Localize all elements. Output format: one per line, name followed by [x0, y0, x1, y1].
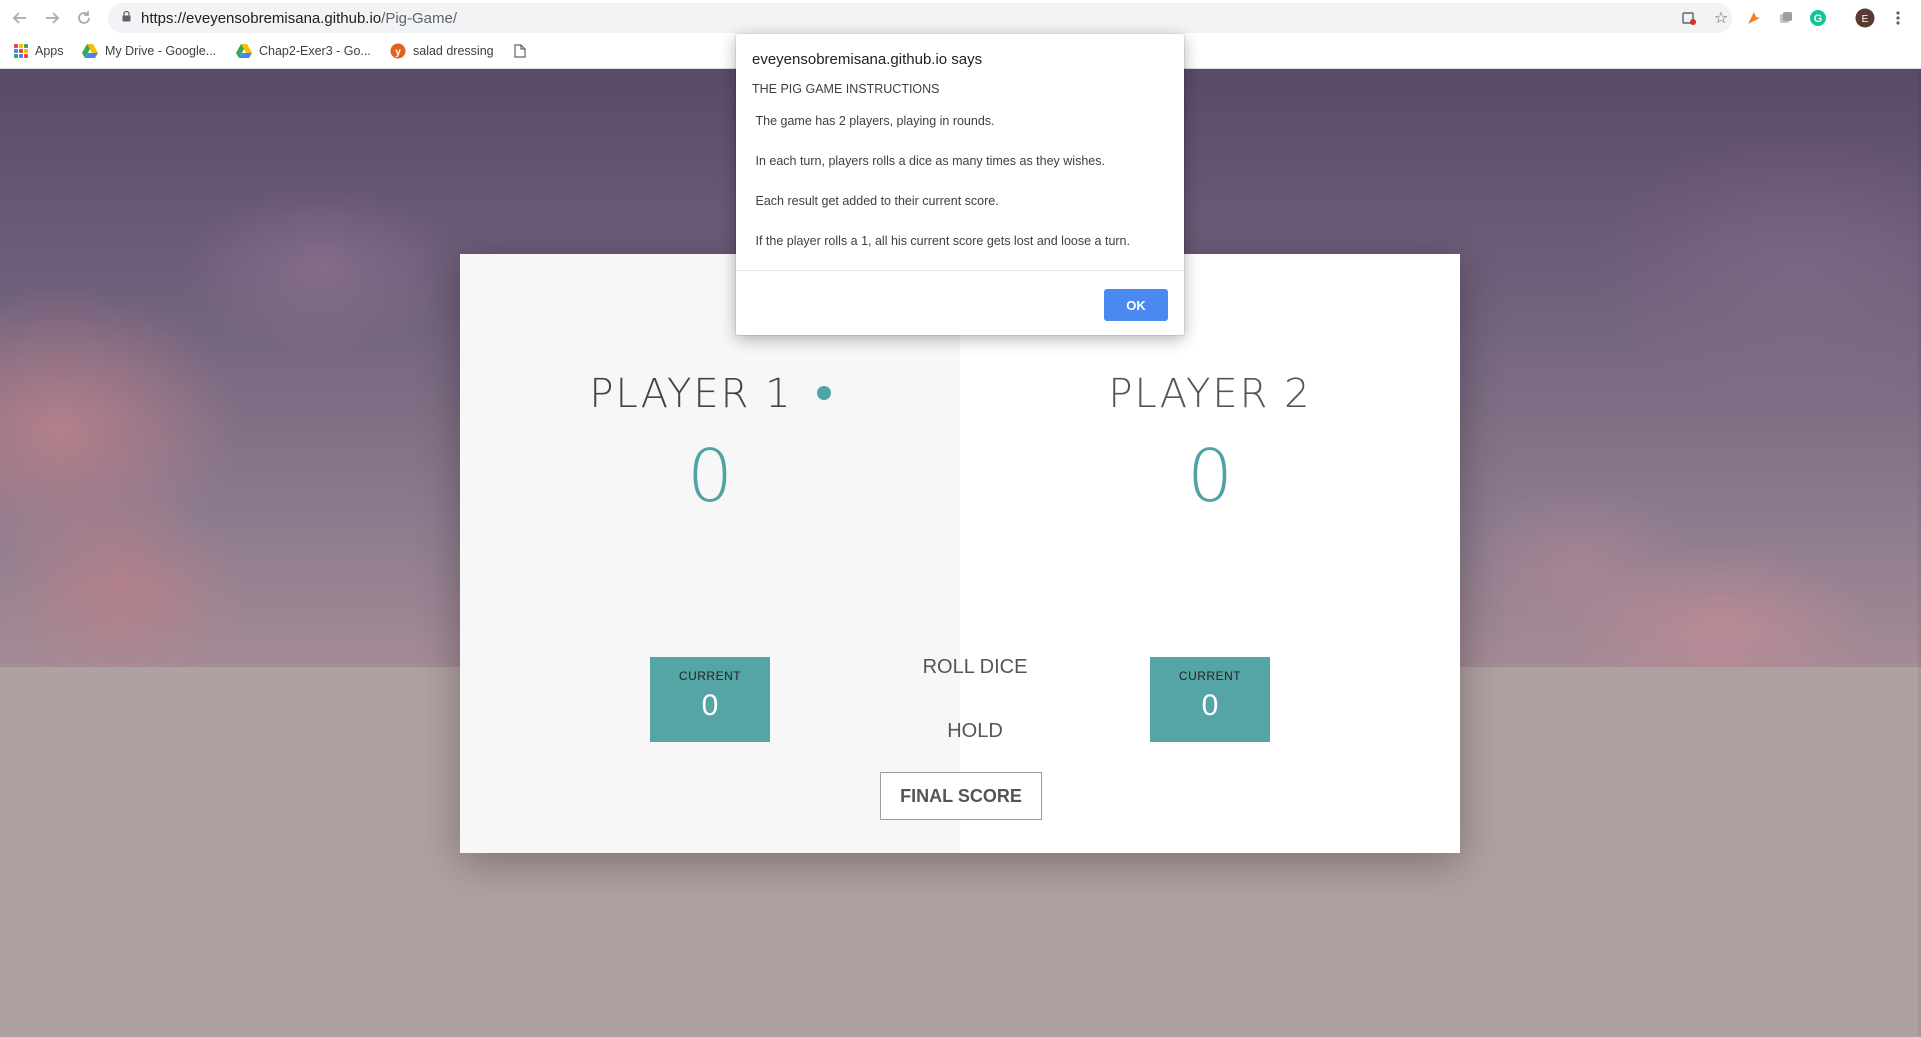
dialog-divider	[736, 270, 1184, 271]
player-2-current-box: Current 0	[1150, 657, 1270, 742]
url-text: https://eveyensobremisana.github.io/Pig-…	[141, 10, 457, 27]
svg-text:G: G	[1814, 13, 1823, 25]
bookmark-document[interactable]	[514, 40, 526, 62]
player-1-score: 0	[687, 434, 733, 518]
extension-icon[interactable]	[1776, 8, 1796, 28]
bookmark-chap2-exer3[interactable]: Chap2-Exer3 - Go...	[236, 40, 371, 62]
bookmark-my-drive[interactable]: My Drive - Google...	[82, 40, 216, 62]
avatar[interactable]: E	[1855, 8, 1875, 28]
player-2-current-score: 0	[1201, 689, 1219, 722]
alert-dialog: eveyensobremisana.github.io says THE PIG…	[736, 34, 1184, 335]
player-1-panel: Player 1 0 Current 0	[460, 254, 960, 853]
active-player-dot-icon	[816, 386, 831, 400]
player-2-name-text: Player 2	[1108, 371, 1312, 417]
dialog-heading: THE PIG GAME INSTRUCTIONS	[752, 82, 940, 96]
dialog-line: Each result get added to their current s…	[752, 194, 999, 208]
player-1-current-label: Current	[678, 669, 742, 683]
document-icon	[514, 44, 526, 58]
player-1-current-box: Current 0	[650, 657, 770, 742]
extension-icon[interactable]	[1744, 8, 1764, 28]
bookmark-apps[interactable]: Apps	[14, 40, 64, 62]
avatar-letter: E	[1862, 14, 1869, 25]
url-path: /Pig-Game/	[381, 10, 458, 27]
dialog-title: eveyensobremisana.github.io says	[752, 51, 983, 68]
dialog-line: The game has 2 players, playing in round…	[752, 114, 995, 128]
bookmark-label: salad dressing	[413, 44, 494, 58]
bookmark-salad-dressing[interactable]: y salad dressing	[390, 40, 494, 62]
svg-text:y: y	[395, 47, 401, 58]
url-host: https://eveyensobremisana.github.io	[141, 10, 382, 27]
game-wrapper: Player 1 0 Current 0 Player 2 0 Current …	[460, 254, 1460, 853]
dialog-line: If the player rolls a 1, all his current…	[752, 234, 1130, 248]
drive-icon	[82, 44, 98, 58]
address-bar[interactable]: https://eveyensobremisana.github.io/Pig-…	[108, 3, 1732, 33]
apps-grid-icon	[14, 44, 28, 58]
dialog-line: In each turn, players rolls a dice as ma…	[752, 154, 1105, 168]
grammarly-icon[interactable]: G	[1808, 8, 1828, 28]
player-2-current-label: Current	[1178, 669, 1242, 683]
bookmark-label: Apps	[35, 44, 64, 58]
blocked-popup-icon[interactable]	[1680, 9, 1698, 27]
hold-button[interactable]: Hold	[910, 720, 1040, 743]
player-1-name: Player 1	[460, 371, 960, 417]
lock-icon	[122, 11, 131, 22]
bookmark-star-icon[interactable]: ☆	[1712, 9, 1730, 27]
yummly-icon: y	[390, 43, 406, 59]
drive-icon	[236, 44, 252, 58]
final-score-input[interactable]: FINAL SCORE	[880, 772, 1042, 820]
back-arrow-icon[interactable]	[8, 6, 32, 30]
reload-icon[interactable]	[72, 6, 96, 30]
forward-arrow-icon[interactable]	[40, 6, 64, 30]
dialog-message: THE PIG GAME INSTRUCTIONS The game has 2…	[752, 81, 1172, 270]
menu-kebab-icon[interactable]	[1888, 8, 1908, 28]
player-1-name-text: Player 1	[589, 371, 793, 417]
player-2-score: 0	[1187, 434, 1233, 518]
player-2-panel: Player 2 0 Current 0	[960, 254, 1460, 853]
player-2-name: Player 2	[960, 371, 1460, 417]
bookmark-label: My Drive - Google...	[105, 44, 217, 58]
roll-dice-button[interactable]: Roll dice	[860, 656, 1090, 679]
player-1-current-score: 0	[701, 689, 719, 722]
ok-button[interactable]: OK	[1104, 289, 1168, 321]
bookmark-label: Chap2-Exer3 - Go...	[259, 44, 371, 58]
